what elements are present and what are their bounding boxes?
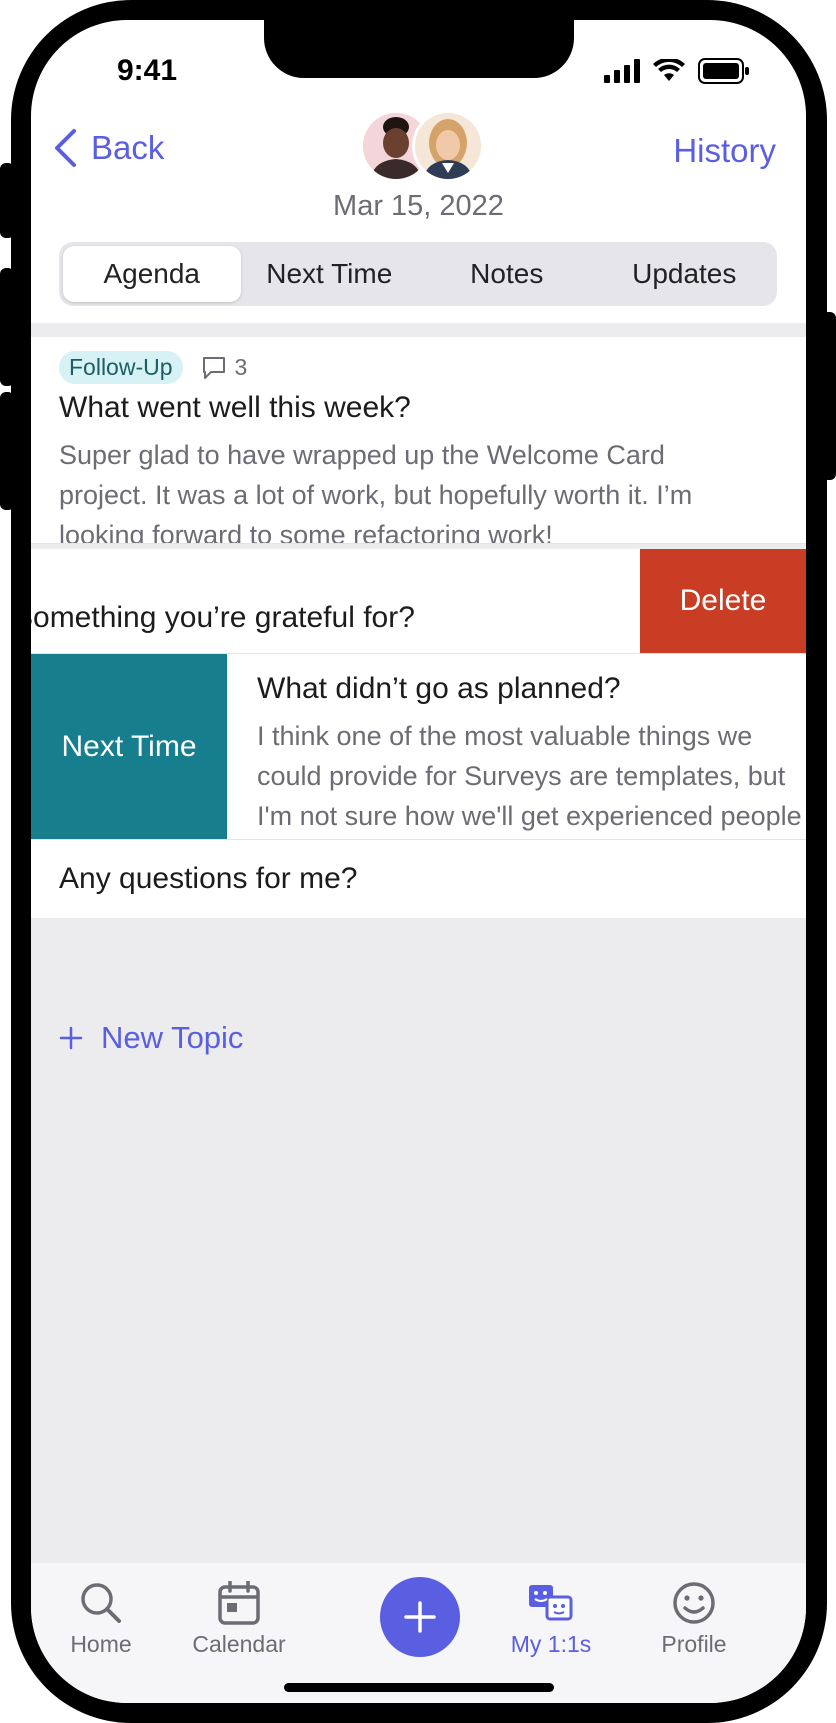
power-button (822, 312, 836, 480)
home-indicator (284, 1683, 554, 1692)
plus-icon (404, 1601, 436, 1633)
topic-body: I think one of the most valuable things … (257, 721, 802, 831)
plus-icon (59, 1026, 83, 1050)
wifi-icon (653, 59, 685, 81)
back-label: Back (91, 129, 165, 166)
tab-profile-label: Profile (661, 1631, 727, 1657)
status-icons (604, 58, 750, 84)
tab-next-time[interactable]: Next Time (241, 246, 419, 302)
volume-up-button (0, 268, 14, 386)
my-ones-icon (529, 1585, 573, 1621)
participant-avatars (360, 110, 488, 182)
delete-button[interactable]: Delete (640, 549, 806, 653)
agenda-list: Follow-Up 3 What went well this week? Su… (31, 323, 806, 1563)
screen: 9:41 Back History Mar 15, 2022 Agenda Ne… (31, 20, 806, 1703)
battery-icon (698, 58, 749, 84)
avatar (412, 110, 484, 182)
tab-updates[interactable]: Updates (596, 246, 774, 302)
volume-down-button (0, 392, 14, 510)
topic-row-swiped[interactable]: Something you’re grateful for? Delete (31, 549, 806, 654)
new-topic-label: New Topic (101, 1020, 244, 1055)
topic-row[interactable]: Follow-Up 3 What went well this week? Su… (31, 337, 806, 544)
meeting-date: Mar 15, 2022 (333, 190, 504, 222)
topic-title: Any questions for me? (59, 862, 358, 895)
history-button[interactable]: History (673, 132, 776, 170)
tab-agenda[interactable]: Agenda (63, 246, 241, 302)
tab-home-label: Home (70, 1631, 132, 1657)
topic-row-swiped[interactable]: Next Time What didn’t go as planned? I t… (31, 654, 806, 840)
back-button[interactable]: Back (53, 128, 164, 168)
notch (264, 20, 574, 78)
calendar-icon (218, 1581, 260, 1625)
tab-notes[interactable]: Notes (418, 246, 596, 302)
silent-switch (0, 163, 14, 238)
comment-count[interactable]: 3 (201, 354, 248, 381)
chevron-left-icon (55, 129, 76, 167)
tab-my-ones[interactable]: My 1:1s (486, 1563, 616, 1658)
search-icon (81, 1583, 121, 1623)
status-time: 9:41 (117, 54, 178, 87)
tab-calendar[interactable]: Calendar (174, 1563, 304, 1658)
comment-count-value: 3 (234, 354, 248, 380)
tab-home[interactable]: Home (36, 1563, 166, 1658)
comment-icon (202, 356, 225, 379)
follow-up-tag: Follow-Up (59, 351, 183, 384)
tab-my-ones-label: My 1:1s (510, 1631, 592, 1657)
topic-row[interactable]: Any questions for me? (31, 840, 806, 918)
next-time-button[interactable]: Next Time (31, 654, 227, 839)
topic-title: What didn’t go as planned? (257, 672, 621, 705)
segmented-control: Agenda Next Time Notes Updates (59, 242, 777, 306)
topic-body: Super glad to have wrapped up the Welcom… (59, 440, 693, 544)
smiley-icon (673, 1582, 715, 1624)
signal-icon (604, 59, 640, 83)
topic-title: Something you’re grateful for? (31, 601, 415, 634)
topic-meta: Follow-Up 3 (59, 351, 247, 384)
add-button[interactable] (380, 1577, 460, 1657)
tab-profile[interactable]: Profile (629, 1563, 759, 1658)
tab-calendar-label: Calendar (192, 1631, 286, 1657)
topic-title: What went well this week? (59, 391, 411, 424)
new-topic-button[interactable]: New Topic (59, 1020, 243, 1056)
